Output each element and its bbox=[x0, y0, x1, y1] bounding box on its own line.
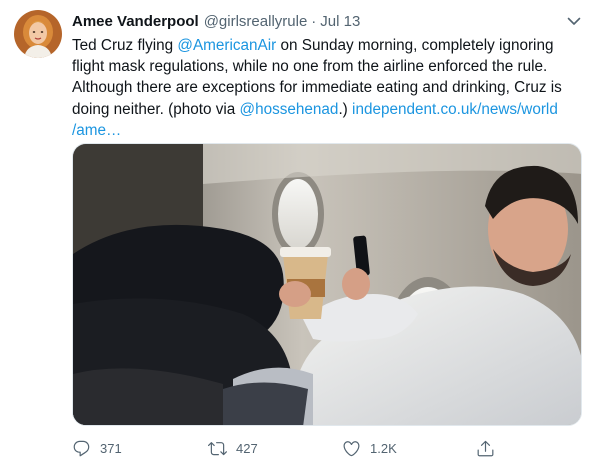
tweet-line-1: Ted Cruz flying @AmericanAir on Sunday m… bbox=[72, 35, 582, 56]
avatar[interactable] bbox=[14, 10, 62, 58]
share-button[interactable] bbox=[476, 434, 495, 462]
reply-icon bbox=[73, 440, 90, 456]
mention-hossehenad[interactable]: @hossehenad bbox=[240, 101, 339, 118]
tweet-line-2: flight mask regulations, while no one fr… bbox=[72, 58, 548, 76]
avatar-photo bbox=[14, 10, 62, 58]
header-separator: · bbox=[311, 13, 317, 30]
like-count: 1.2K bbox=[370, 440, 397, 456]
tweet-header: Amee Vanderpool @girlsreallyrule · Jul 13 bbox=[72, 12, 557, 32]
mention-americanair[interactable]: @AmericanAir bbox=[177, 37, 276, 54]
reply-count: 371 bbox=[100, 440, 122, 456]
author-handle[interactable]: @girlsreallyrule bbox=[204, 13, 308, 30]
tweet-text-segment: .) bbox=[338, 100, 353, 118]
reply-button[interactable]: 371 bbox=[72, 434, 122, 462]
retweet-icon bbox=[208, 441, 227, 455]
like-button[interactable]: 1.2K bbox=[342, 434, 397, 462]
tweet-actions: 371 427 1.2K bbox=[72, 434, 582, 462]
article-link-part-2[interactable]: /ame… bbox=[72, 122, 121, 139]
retweet-button[interactable]: 427 bbox=[208, 434, 258, 462]
author-name[interactable]: Amee Vanderpool bbox=[72, 13, 199, 30]
cabin-photo bbox=[73, 144, 581, 425]
tweet-line-3: Although there are exceptions for immedi… bbox=[72, 79, 562, 97]
tweet-line-4: doing neither. (photo via @hossehenad.) … bbox=[72, 99, 582, 120]
share-icon bbox=[477, 440, 494, 456]
tweet-text-segment: doing neither. (photo via bbox=[72, 100, 240, 118]
tweet-text: Ted Cruz flying @AmericanAir on Sunday m… bbox=[72, 35, 582, 141]
tweet-text-segment: Ted Cruz flying bbox=[72, 37, 178, 54]
tweet-time[interactable]: Jul 13 bbox=[320, 13, 360, 30]
tweet-photo[interactable] bbox=[72, 143, 582, 426]
tweet-line-5: /ame… bbox=[72, 120, 582, 141]
tweet-text-segment: on Sunday morning, completely ignoring bbox=[276, 37, 554, 54]
article-link-part-1[interactable]: independent.co.uk/news/world bbox=[352, 101, 558, 118]
chevron-down-icon[interactable] bbox=[565, 12, 583, 30]
tweet[interactable]: Amee Vanderpool @girlsreallyrule · Jul 13 T… bbox=[0, 0, 597, 474]
heart-icon bbox=[343, 440, 360, 456]
retweet-count: 427 bbox=[236, 440, 258, 456]
